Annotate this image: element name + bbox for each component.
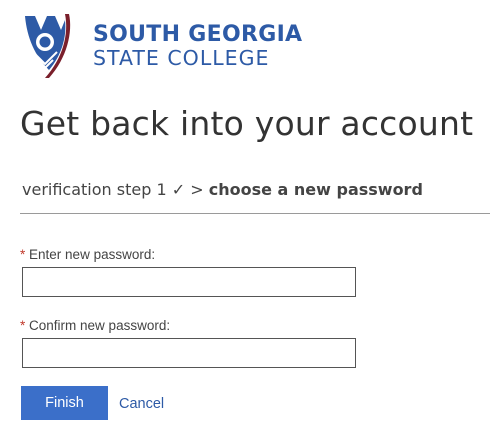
finish-button[interactable]: Finish: [21, 386, 108, 420]
new-password-label-text: Enter new password:: [29, 247, 156, 262]
college-logo: SOUTH GEORGIA STATE COLLEGE: [21, 12, 302, 80]
college-name: SOUTH GEORGIA STATE COLLEGE: [93, 21, 303, 70]
new-password-label: * Enter new password:: [20, 247, 155, 262]
header-divider: [20, 213, 490, 214]
step-progress: verification step 1 ✓ > choose a new pas…: [22, 180, 423, 199]
college-name-line1: SOUTH GEORGIA: [93, 21, 303, 47]
confirm-password-input[interactable]: [22, 338, 356, 368]
new-password-input[interactable]: [22, 267, 356, 297]
step-separator: >: [190, 180, 204, 199]
page-title: Get back into your account: [20, 104, 474, 143]
cancel-link[interactable]: Cancel: [119, 396, 164, 412]
step-check-icon: ✓: [171, 180, 186, 199]
confirm-password-label: * Confirm new password:: [20, 318, 170, 333]
step-current: choose a new password: [208, 180, 423, 199]
required-marker: *: [20, 318, 26, 333]
college-crest-icon: [25, 14, 71, 78]
confirm-password-label-text: Confirm new password:: [29, 318, 171, 333]
required-marker: *: [20, 247, 26, 262]
step-previous: verification step 1: [22, 180, 167, 199]
college-name-line2: STATE COLLEGE: [93, 45, 270, 70]
